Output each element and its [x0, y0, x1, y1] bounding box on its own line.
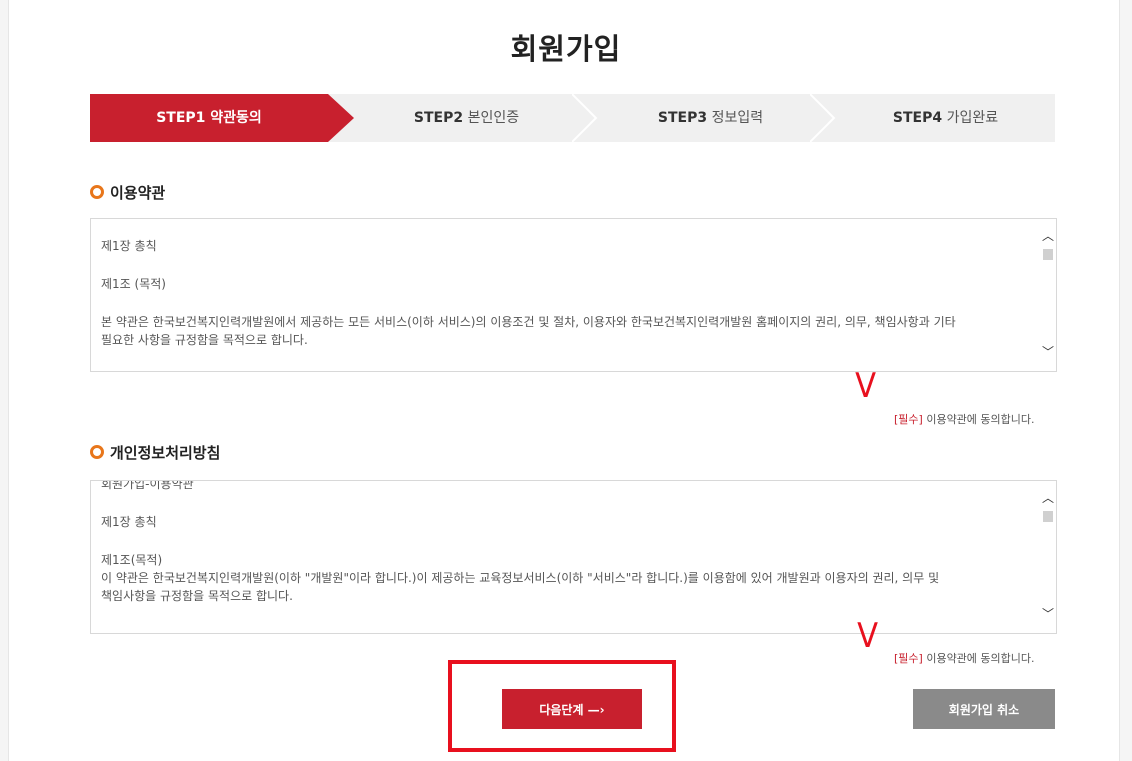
step-4-label: 가입완료	[946, 110, 999, 126]
privacy-heading-text: 개인정보처리방침	[110, 444, 221, 462]
step-separator-icon	[572, 94, 598, 142]
checkbox-icon[interactable]	[880, 652, 890, 664]
privacy-line: 제1장 총칙	[101, 515, 157, 529]
step-3-label: 정보입력	[711, 110, 764, 126]
page-title: 회원가입	[510, 32, 622, 66]
terms-scrollbar[interactable]: ︿ ﹀	[1040, 219, 1056, 371]
step-4-num: STEP4	[892, 110, 943, 126]
right-edge	[1119, 0, 1132, 761]
annotation-check-mark: V	[857, 616, 879, 656]
terms-textbox[interactable]: 제1장 총칙 제1조 (목적) 본 약관은 한국보건복지인력개발원에서 제공하는…	[90, 218, 1057, 372]
annotation-highlight-box	[448, 660, 676, 752]
signup-steps: STEP1 약관동의 STEP2 본인인증 STEP3 정보입력 STEP4 가…	[90, 94, 1055, 142]
privacy-scrollbar[interactable]: ︿ ﹀	[1040, 481, 1056, 633]
step-3: STEP3 정보입력	[598, 94, 823, 142]
step-1-label: 약관동의	[210, 110, 262, 126]
terms-line: 제1장 총칙	[101, 239, 157, 253]
step-1: STEP1 약관동의	[90, 94, 328, 142]
privacy-content: 회원가입-이용약관 제1장 총칙 제1조(목적) 이 약관은 한국보건복지인력개…	[91, 481, 1038, 633]
terms-line: 필요한 사항을 규정함을 목적으로 합니다.	[101, 333, 308, 347]
terms-content: 제1장 총칙 제1조 (목적) 본 약관은 한국보건복지인력개발원에서 제공하는…	[91, 219, 1038, 371]
agree-label: 이용약관에 동의합니다.	[922, 652, 1035, 665]
step-1-arrow	[328, 94, 354, 142]
scroll-down-icon[interactable]: ﹀	[1040, 343, 1056, 360]
scroll-down-icon[interactable]: ﹀	[1040, 605, 1056, 622]
privacy-line: 이 약관은 한국보건복지인력개발원(이하 "개발원"이라 합니다.)이 제공하는…	[101, 571, 940, 585]
annotation-check-mark: V	[855, 366, 877, 406]
checkbox-icon[interactable]	[880, 413, 890, 425]
privacy-textbox[interactable]: 회원가입-이용약관 제1장 총칙 제1조(목적) 이 약관은 한국보건복지인력개…	[90, 480, 1057, 634]
step-2-label: 본인인증	[467, 110, 520, 126]
step-3-num: STEP3	[657, 110, 708, 126]
scroll-thumb[interactable]	[1043, 511, 1053, 522]
step-separator-icon	[810, 94, 836, 142]
terms-line: 본 약관은 한국보건복지인력개발원에서 제공하는 모든 서비스(이하 서비스)의…	[101, 315, 956, 329]
privacy-line: 회원가입-이용약관	[101, 481, 194, 491]
step-2: STEP2 본인인증	[354, 94, 579, 142]
left-edge	[0, 0, 9, 761]
privacy-line: 책임사항을 규정함을 목적으로 합니다.	[101, 589, 293, 603]
step-4: STEP4 가입완료	[836, 94, 1055, 142]
scroll-up-icon[interactable]: ︿	[1040, 489, 1056, 506]
circle-bullet-icon	[90, 445, 104, 459]
terms-line: 제1조 (목적)	[101, 277, 166, 291]
privacy-line: 제1조(목적)	[101, 553, 163, 567]
terms-agree[interactable]: [필수] 이용약관에 동의합니다.	[880, 411, 1035, 427]
terms-heading-text: 이용약관	[110, 184, 166, 202]
circle-bullet-icon	[90, 185, 104, 199]
terms-heading: 이용약관	[90, 182, 165, 203]
privacy-agree[interactable]: [필수] 이용약관에 동의합니다.	[880, 650, 1035, 666]
scroll-up-icon[interactable]: ︿	[1040, 227, 1056, 244]
required-tag: [필수]	[894, 652, 923, 665]
required-tag: [필수]	[894, 413, 923, 426]
agree-label: 이용약관에 동의합니다.	[922, 413, 1035, 426]
step-2-num: STEP2	[413, 110, 464, 126]
step-1-num: STEP1	[156, 110, 206, 126]
cancel-signup-button[interactable]: 회원가입 취소	[913, 689, 1055, 729]
scroll-thumb[interactable]	[1043, 249, 1053, 260]
privacy-heading: 개인정보처리방침	[90, 442, 220, 463]
